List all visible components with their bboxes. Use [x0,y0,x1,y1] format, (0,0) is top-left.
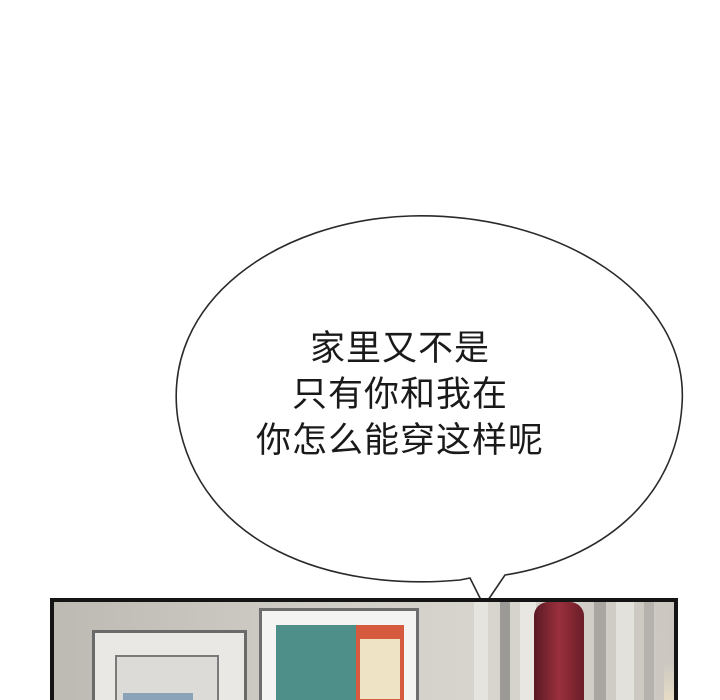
wall-picture-frame-right [259,608,419,700]
dialogue-line-1: 家里又不是 [309,329,490,369]
bar [500,602,510,700]
speech-bubble-text: 家里又不是 只有你和我在 你怎么能穿这样呢 [190,326,610,464]
wall-picture-frame-left [92,630,247,700]
bar [474,602,488,700]
bar [616,602,634,700]
comic-panel [50,598,678,700]
character-figure-partial [534,602,584,700]
corner-light-glow [664,662,674,700]
bar [594,602,606,700]
artwork-cream-block [360,639,400,699]
dialogue-line-3: 你怎么能穿这样呢 [255,421,544,461]
dialogue-line-2: 只有你和我在 [291,375,508,415]
comic-page: 家里又不是 只有你和我在 你怎么能穿这样呢 [0,0,720,700]
bar [644,602,654,700]
frame-left-label [123,693,193,700]
frame-right-artwork [276,625,404,700]
